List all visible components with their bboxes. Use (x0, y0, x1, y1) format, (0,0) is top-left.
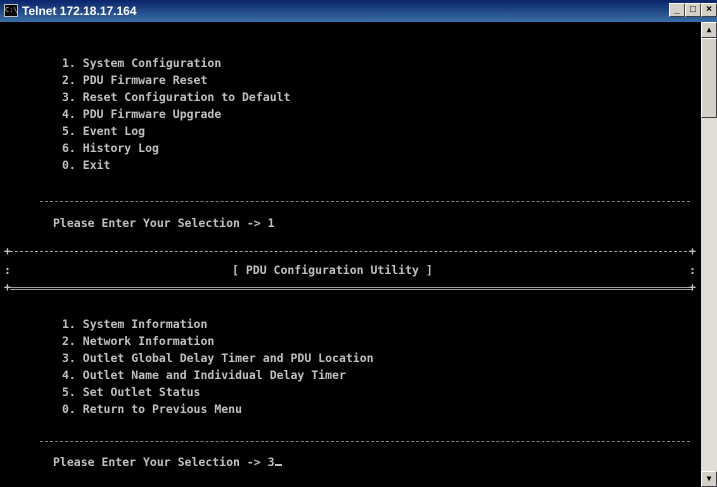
menu-item: 2. Network Information (62, 334, 215, 348)
vertical-scrollbar[interactable]: ▲ ▼ (701, 22, 717, 487)
selection-prompt: Please Enter Your Selection -> 3 (53, 455, 275, 469)
title-bar[interactable]: C:\ Telnet 172.18.17.164 _ □ × (0, 0, 717, 22)
menu-item: 1. System Information (62, 317, 208, 331)
box-corner: + (689, 244, 696, 258)
terminal-area[interactable]: 1. System Configuration 2. PDU Firmware … (0, 22, 701, 487)
box-corner: + (4, 244, 11, 258)
menu-item: 4. PDU Firmware Upgrade (62, 107, 222, 121)
utility-header: [ PDU Configuration Utility ] (232, 263, 433, 277)
scrollbar-thumb[interactable] (701, 38, 717, 118)
telnet-window: C:\ Telnet 172.18.17.164 _ □ × 1. System… (0, 0, 717, 487)
menu-item: 5. Event Log (62, 124, 146, 138)
menu-item: 2. PDU Firmware Reset (62, 73, 208, 87)
menu-item: 0. Return to Previous Menu (62, 402, 243, 416)
menu-item: 3. Reset Configuration to Default (62, 90, 291, 104)
selection-prompt: Please Enter Your Selection -> 1 (53, 216, 275, 230)
separator (40, 201, 690, 202)
box-corner: + (689, 280, 696, 294)
box-side: : (4, 263, 11, 277)
close-button[interactable]: × (701, 3, 717, 17)
window-title: Telnet 172.18.17.164 (22, 4, 137, 18)
box-side: : (689, 263, 696, 277)
telnet-terminal-icon[interactable]: C:\ (4, 4, 18, 17)
box-top-border (10, 251, 692, 252)
menu-item: 5. Set Outlet Status (62, 385, 201, 399)
menu-item: 3. Outlet Global Delay Timer and PDU Loc… (62, 351, 374, 365)
selection-prompt-line[interactable]: Please Enter Your Selection -> 3 (53, 454, 282, 471)
box-corner: + (4, 280, 11, 294)
menu-item: 4. Outlet Name and Individual Delay Time… (62, 368, 346, 382)
minimize-button[interactable]: _ (669, 3, 685, 17)
menu-item: 6. History Log (62, 141, 159, 155)
maximize-button[interactable]: □ (685, 3, 701, 17)
separator (40, 441, 690, 442)
scroll-up-arrow-icon[interactable]: ▲ (701, 22, 717, 38)
text-cursor (274, 464, 282, 466)
menu-item: 0. Exit (62, 158, 111, 172)
menu-item: 1. System Configuration (62, 56, 222, 70)
scroll-down-arrow-icon[interactable]: ▼ (701, 471, 717, 487)
box-bottom-border (10, 287, 692, 290)
